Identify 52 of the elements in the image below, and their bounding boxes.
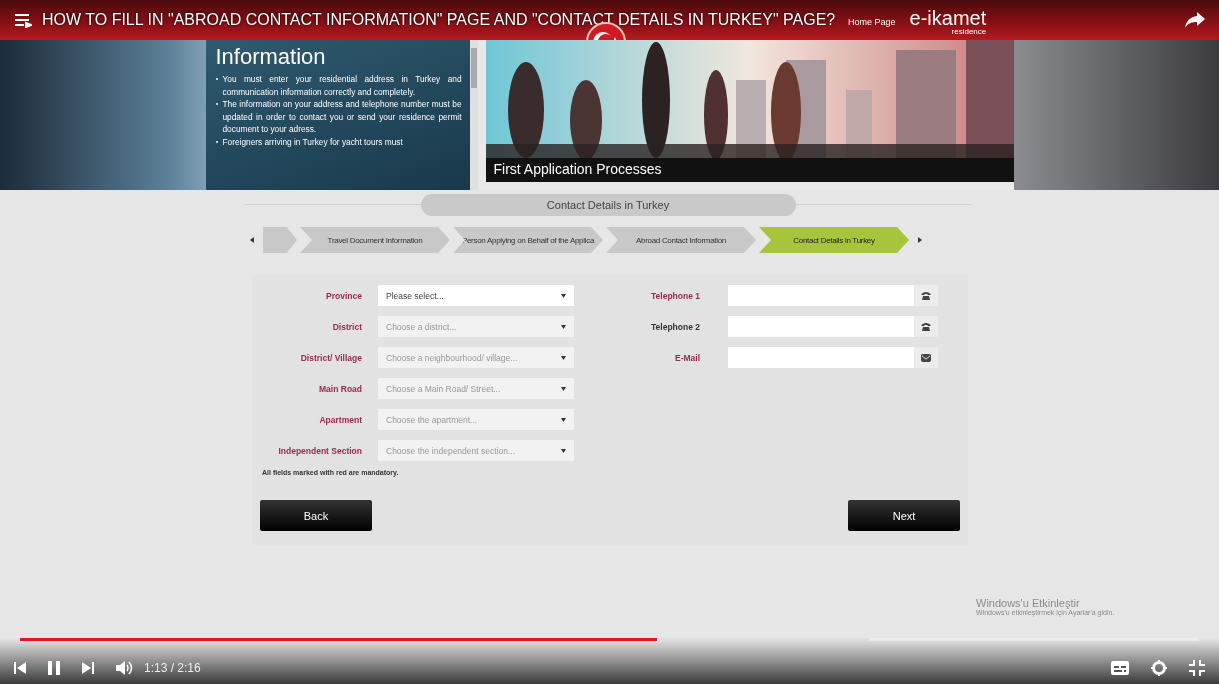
field-label: Independent Section (277, 445, 362, 456)
next-icon[interactable] (82, 662, 94, 674)
share-icon[interactable] (1185, 12, 1205, 28)
field-label: Main Road (318, 383, 362, 394)
playlist-icon[interactable] (14, 12, 32, 28)
field-label: Telephone 2 (650, 321, 700, 332)
scrollbar[interactable] (469, 40, 478, 190)
information-title: Information (215, 44, 327, 70)
information-bullet: You must enter your residential address in Turkey and communication information correctly and completely. (222, 73, 462, 98)
banner-caption: First Application Processes (485, 158, 1014, 182)
section-title: Contact Details in Turkey (420, 194, 796, 216)
caret-icon (561, 324, 566, 329)
field-label: District (331, 321, 362, 332)
previous-icon[interactable] (14, 662, 26, 674)
progress-bar[interactable] (20, 638, 1199, 641)
information-bullet: The information on your address and telephone number must be updated in order to contact you or send your residence permit document to your adress. (222, 98, 462, 136)
scroll-left-icon[interactable] (250, 237, 254, 243)
mail-icon (921, 353, 931, 362)
back-button[interactable]: Back (260, 500, 372, 531)
video-title: HOW TO FILL IN "ABROAD CONTACT INFORMATION" PAGE AND "CONTACT DETAILS IN TURKEY" PAGE? (42, 11, 836, 29)
caret-icon (561, 448, 566, 453)
exit-fullscreen-icon[interactable] (1189, 660, 1205, 676)
caret-icon (561, 386, 566, 391)
next-button[interactable]: Next (848, 500, 960, 531)
phone-icon (921, 322, 931, 331)
dropdown-field[interactable]: Please select... (378, 285, 574, 306)
input-field[interactable] (728, 316, 914, 337)
field-label: Province (325, 290, 362, 301)
field-label: E-Mail (673, 352, 700, 363)
caret-icon (561, 355, 566, 360)
home-page-link[interactable]: Home Page (848, 17, 896, 27)
field-label: District/ Village (299, 352, 362, 363)
time-display: 1:13 / 2:16 (144, 661, 201, 675)
settings-icon[interactable] (1151, 660, 1167, 676)
information-bullet: Foreigners arriving in Turkey for yacht tours must (222, 135, 403, 148)
site-logo: e-ikamet residence (909, 8, 987, 36)
volume-icon[interactable] (116, 661, 134, 675)
wizard-step[interactable]: Travel Document Information (300, 227, 450, 253)
input-field[interactable] (728, 285, 914, 306)
subtitles-icon[interactable] (1111, 661, 1129, 675)
wizard-step[interactable]: Contact Details in Turkey (759, 227, 909, 253)
activation-notice-title: Windows'u Etkinleştir (976, 597, 1080, 609)
scroll-right-icon[interactable] (918, 237, 922, 243)
phone-icon (921, 291, 931, 300)
field-label: Telephone 1 (650, 290, 700, 301)
field-label: Apartment (318, 414, 362, 425)
pause-icon[interactable] (48, 661, 60, 675)
input-field[interactable] (728, 347, 914, 368)
wizard-step[interactable]: Abroad Contact Information (606, 227, 756, 253)
caret-icon (561, 417, 566, 422)
caret-icon (561, 293, 566, 298)
wizard-step[interactable]: Person Applying on Behalf of the Applica (453, 227, 603, 253)
